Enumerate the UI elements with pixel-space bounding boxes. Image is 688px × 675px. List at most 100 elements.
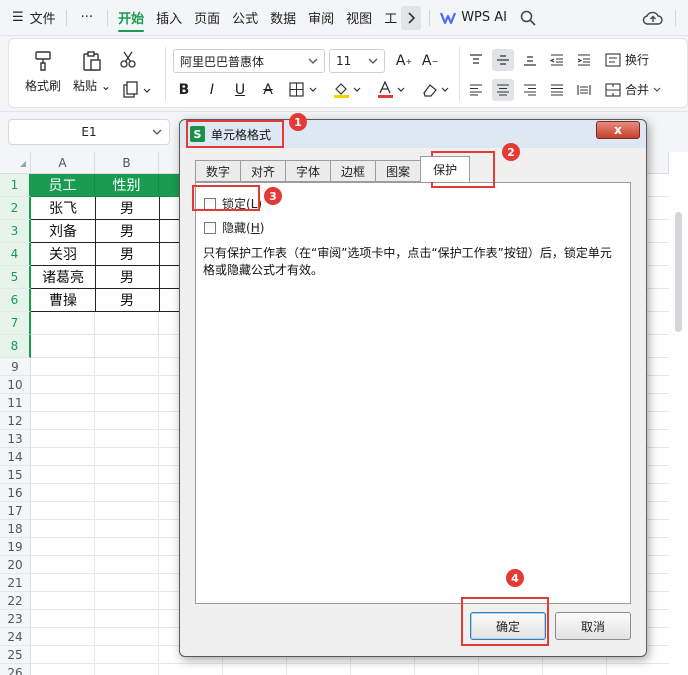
column-header-b[interactable]: B: [95, 152, 159, 174]
row-header[interactable]: 15: [0, 466, 31, 484]
row-header[interactable]: 12: [0, 412, 31, 430]
table-cell[interactable]: 曹操: [31, 289, 96, 312]
row-header[interactable]: 5: [0, 266, 31, 289]
chevron-right-icon[interactable]: [401, 5, 422, 30]
checkbox-box[interactable]: [204, 221, 216, 234]
row-header[interactable]: 11: [0, 394, 31, 412]
tab-tools[interactable]: 工: [378, 0, 399, 36]
cut-icon[interactable]: [117, 49, 139, 71]
wrap-text-button[interactable]: 换行: [605, 51, 649, 68]
row-header[interactable]: 21: [0, 574, 31, 592]
file-menu[interactable]: ☰ 文件: [0, 0, 62, 36]
row-header[interactable]: 18: [0, 520, 31, 538]
search-icon[interactable]: [517, 7, 539, 29]
tab-protection[interactable]: 保护: [420, 156, 471, 182]
font-color-icon[interactable]: [375, 79, 411, 101]
tab-insert[interactable]: 插入: [150, 0, 188, 36]
tab-review[interactable]: 审阅: [302, 0, 340, 36]
tab-page[interactable]: 页面: [188, 0, 226, 36]
row-header[interactable]: 2: [0, 197, 31, 220]
row-header[interactable]: 8: [0, 335, 31, 358]
font-size-select[interactable]: 11: [329, 49, 385, 73]
table-header-cell[interactable]: 性别: [95, 174, 159, 197]
row-header[interactable]: 3: [0, 220, 31, 243]
row-header[interactable]: 17: [0, 502, 31, 520]
merge-button[interactable]: 合并: [605, 81, 661, 98]
row-header[interactable]: 7: [0, 312, 31, 335]
row-header[interactable]: 23: [0, 610, 31, 628]
copy-icon[interactable]: [119, 79, 155, 101]
table-cell[interactable]: 诸葛亮: [31, 266, 96, 289]
vertical-scrollbar[interactable]: [669, 152, 688, 675]
align-middle-icon[interactable]: [492, 49, 514, 71]
indent-increase-icon[interactable]: [573, 49, 595, 71]
fill-color-icon[interactable]: [331, 79, 367, 101]
table-cell[interactable]: 关羽: [31, 243, 96, 266]
cloud-upload-icon[interactable]: [642, 8, 664, 28]
scrollbar-thumb[interactable]: [675, 212, 682, 332]
tab-border[interactable]: 边框: [330, 160, 376, 182]
tab-view[interactable]: 视图: [340, 0, 378, 36]
align-left-icon[interactable]: [465, 79, 487, 101]
row-header[interactable]: 6: [0, 289, 31, 312]
table-cell[interactable]: 男: [95, 266, 160, 289]
row-header[interactable]: 26: [0, 664, 31, 675]
row-header[interactable]: 4: [0, 243, 31, 266]
column-header-a[interactable]: A: [31, 152, 95, 174]
cancel-button[interactable]: 取消: [555, 612, 631, 640]
border-icon[interactable]: [287, 79, 323, 101]
row-header[interactable]: 19: [0, 538, 31, 556]
distributed-icon[interactable]: [573, 79, 595, 101]
align-right-icon[interactable]: [519, 79, 541, 101]
font-shrink-icon[interactable]: A −: [419, 50, 441, 72]
format-painter-button[interactable]: 格式刷: [25, 49, 61, 94]
row-header[interactable]: 1: [0, 174, 31, 197]
tab-number[interactable]: 数字: [195, 160, 241, 182]
justify-icon[interactable]: [546, 79, 568, 101]
tab-pattern[interactable]: 图案: [375, 160, 421, 182]
italic-icon[interactable]: I: [201, 79, 223, 101]
close-button[interactable]: x: [596, 121, 640, 139]
row-header[interactable]: 9: [0, 358, 31, 376]
row-header[interactable]: 22: [0, 592, 31, 610]
table-cell[interactable]: [95, 335, 159, 358]
tab-formula[interactable]: 公式: [226, 0, 264, 36]
tab-alignment[interactable]: 对齐: [240, 160, 286, 182]
row-header[interactable]: 10: [0, 376, 31, 394]
more-menu[interactable]: ···: [71, 0, 103, 36]
font-name-select[interactable]: 阿里巴巴普惠体: [173, 49, 325, 73]
row-header[interactable]: 16: [0, 484, 31, 502]
table-cell[interactable]: [95, 312, 159, 335]
underline-icon[interactable]: U: [229, 79, 251, 101]
paste-button[interactable]: 粘贴 ⌄: [73, 49, 111, 94]
align-top-icon[interactable]: [465, 49, 487, 71]
row-header[interactable]: 24: [0, 628, 31, 646]
row-header[interactable]: 25: [0, 646, 31, 664]
tab-home[interactable]: 开始: [112, 0, 150, 36]
table-cell[interactable]: 男: [95, 289, 160, 312]
select-all-corner[interactable]: [0, 152, 31, 174]
wps-ai-button[interactable]: WPS AI: [434, 10, 513, 25]
row-header[interactable]: 20: [0, 556, 31, 574]
eraser-icon[interactable]: [419, 79, 455, 101]
table-cell[interactable]: [31, 335, 95, 358]
table-cell[interactable]: 男: [95, 243, 160, 266]
table-cell[interactable]: 张飞: [31, 197, 96, 220]
table-cell[interactable]: 男: [95, 220, 160, 243]
tab-data[interactable]: 数据: [264, 0, 302, 36]
table-header-cell[interactable]: 员工: [31, 174, 95, 197]
align-center-icon[interactable]: [492, 79, 514, 101]
row-header[interactable]: 14: [0, 448, 31, 466]
name-box[interactable]: E1: [8, 119, 170, 145]
tab-font[interactable]: 字体: [285, 160, 331, 182]
row-header[interactable]: 13: [0, 430, 31, 448]
table-cell[interactable]: 刘备: [31, 220, 96, 243]
table-cell[interactable]: [31, 312, 95, 335]
strikethrough-icon[interactable]: A: [257, 79, 279, 101]
align-bottom-icon[interactable]: [519, 49, 541, 71]
indent-decrease-icon[interactable]: [546, 49, 568, 71]
bold-icon[interactable]: B: [173, 79, 195, 101]
table-cell[interactable]: 男: [95, 197, 160, 220]
font-grow-icon[interactable]: A +: [393, 50, 415, 72]
hide-checkbox[interactable]: 隐藏(H): [204, 219, 264, 236]
